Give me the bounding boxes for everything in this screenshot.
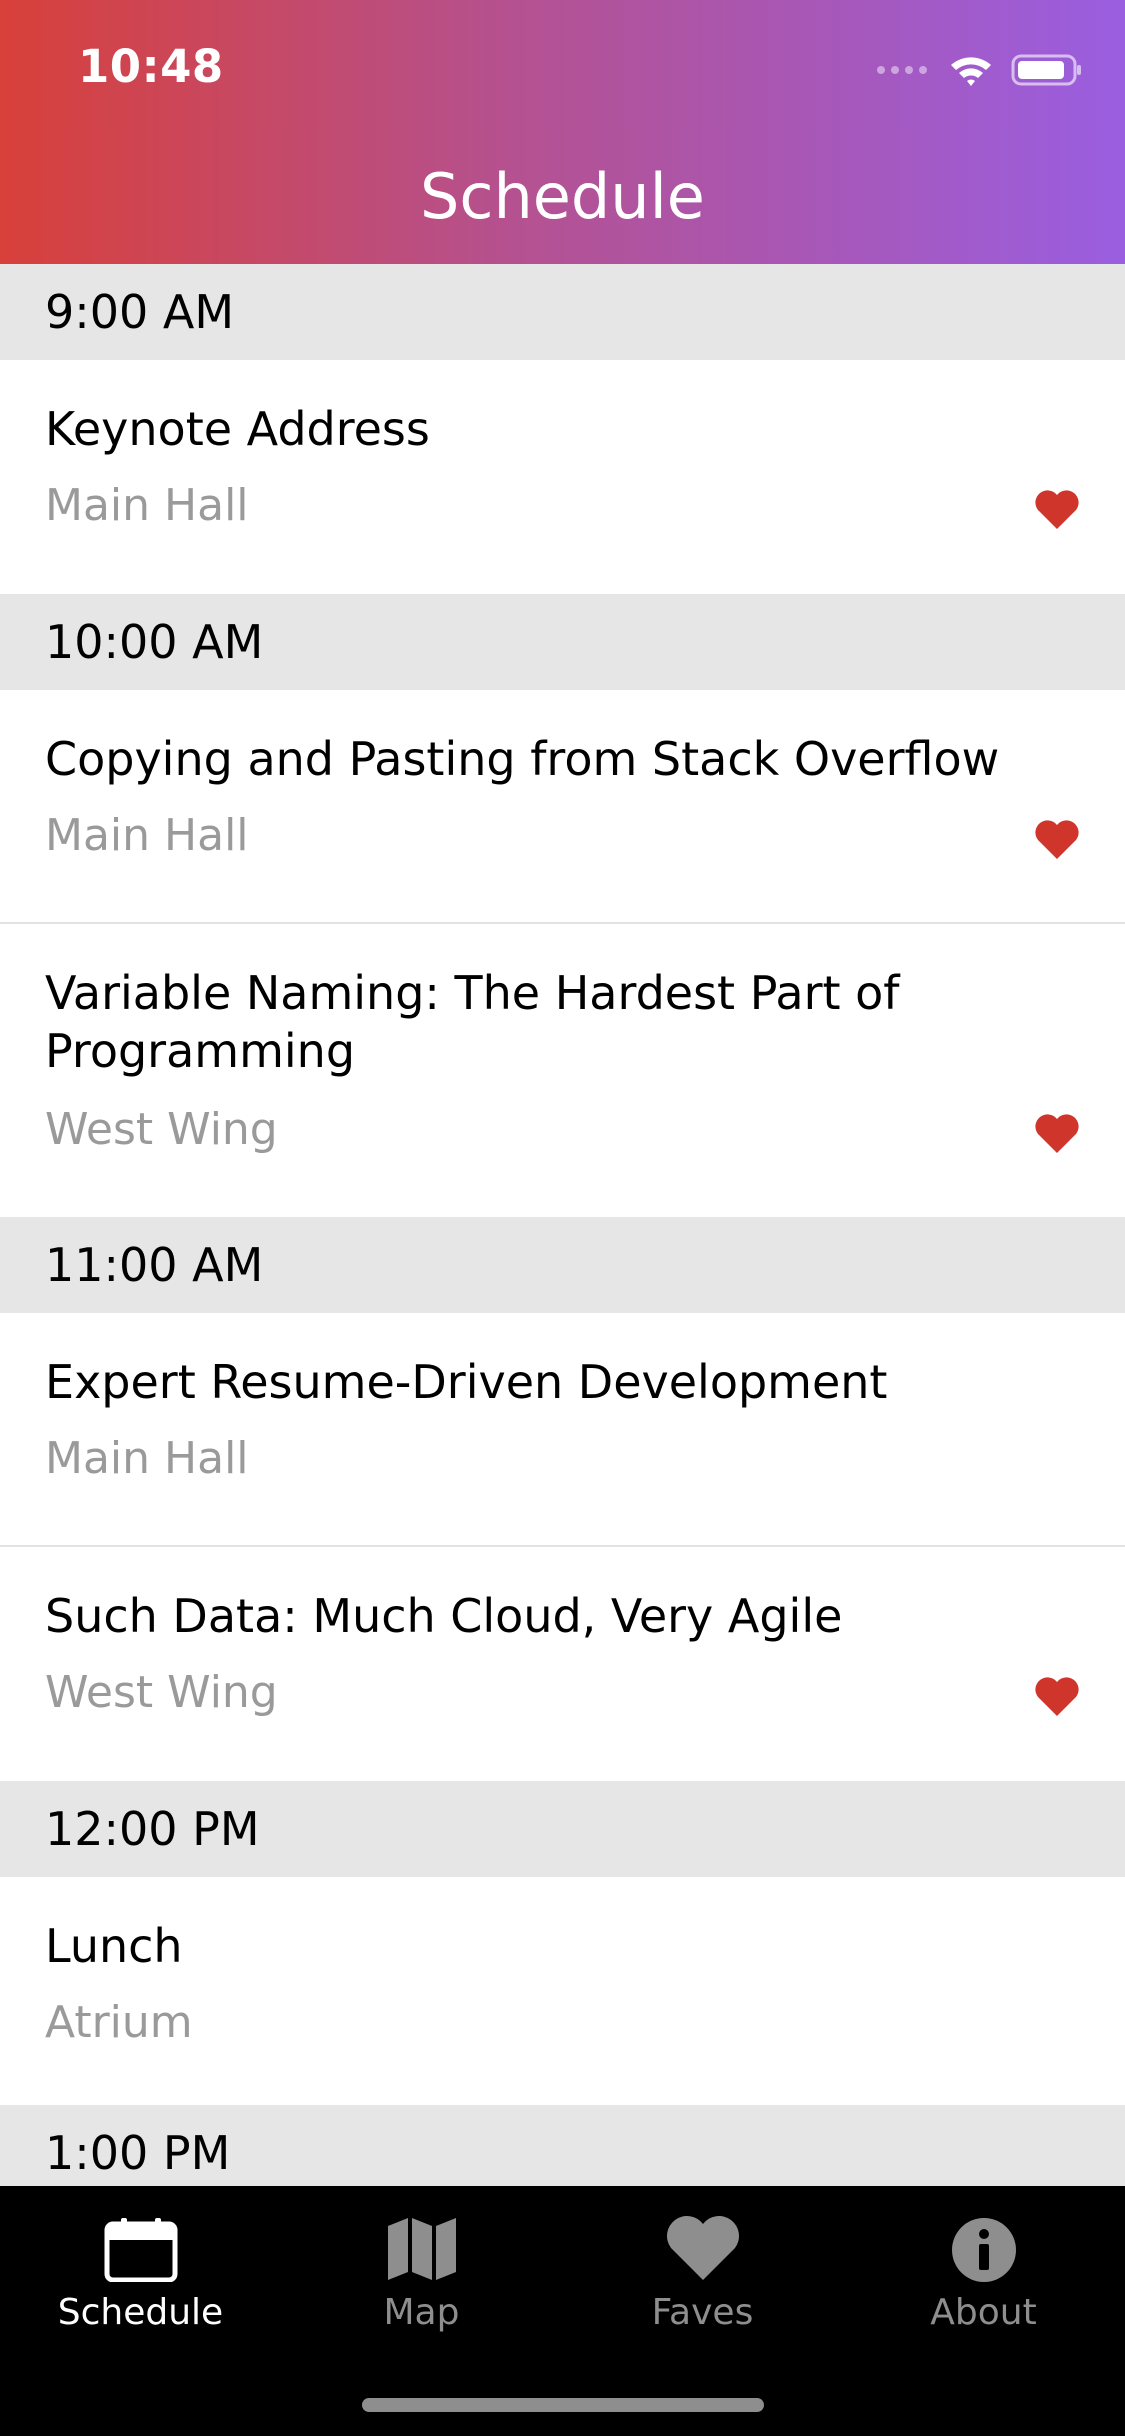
section-header: 10:00 AM <box>0 594 1125 690</box>
favorite-heart-icon[interactable] <box>1034 1112 1080 1154</box>
session-title: Variable Naming: The Hardest Part of Pro… <box>45 966 900 1078</box>
tab-label: Map <box>383 2292 460 2333</box>
home-indicator[interactable] <box>362 2398 764 2412</box>
session-location: West Wing <box>45 1104 278 1155</box>
schedule-list[interactable]: 9:00 AM Keynote Address Main Hall 10:00 … <box>0 264 1125 2201</box>
session-title: Such Data: Much Cloud, Very Agile <box>45 1589 843 1643</box>
app-header: 10:48 Schedule <box>0 0 1125 264</box>
wifi-icon <box>951 57 991 86</box>
page-title: Schedule <box>420 160 705 233</box>
section-header: 11:00 AM <box>0 1217 1125 1313</box>
tab-about[interactable]: About <box>843 2216 1124 2333</box>
session-title: Copying and Pasting from Stack Overflow <box>45 732 1000 786</box>
session-title: Expert Resume-Driven Development <box>45 1355 888 1409</box>
heart-icon <box>666 2216 739 2280</box>
section-header: 9:00 AM <box>0 264 1125 360</box>
tab-label: About <box>930 2292 1037 2333</box>
favorite-heart-icon[interactable] <box>1034 488 1080 530</box>
cellular-signal-icon <box>877 66 927 74</box>
map-icon <box>387 2218 456 2280</box>
battery-icon <box>1011 54 1081 86</box>
session-row[interactable]: Lunch Atrium <box>0 1877 1125 2105</box>
tab-faves[interactable]: Faves <box>562 2216 843 2333</box>
session-location: Main Hall <box>45 1433 249 1484</box>
session-row[interactable]: Copying and Pasting from Stack Overflow … <box>0 690 1125 924</box>
session-location: West Wing <box>45 1667 278 1718</box>
calendar-icon <box>104 2218 177 2283</box>
tab-label: Schedule <box>57 2292 224 2333</box>
favorite-heart-icon[interactable] <box>1034 1675 1080 1717</box>
section-header: 12:00 PM <box>0 1781 1125 1877</box>
tab-schedule[interactable]: Schedule <box>0 2216 281 2333</box>
session-row[interactable]: Variable Naming: The Hardest Part of Pro… <box>0 924 1125 1217</box>
session-title: Lunch <box>45 1919 183 1973</box>
session-title: Keynote Address <box>45 402 430 456</box>
session-row[interactable]: Expert Resume-Driven Development Main Ha… <box>0 1313 1125 1547</box>
tab-map[interactable]: Map <box>281 2216 562 2333</box>
session-row[interactable]: Such Data: Much Cloud, Very Agile West W… <box>0 1547 1125 1781</box>
info-icon <box>951 2218 1016 2282</box>
status-time: 10:48 <box>78 40 224 93</box>
favorite-heart-icon[interactable] <box>1034 818 1080 860</box>
status-icons <box>875 50 1083 90</box>
tab-label: Faves <box>651 2292 754 2333</box>
session-location: Main Hall <box>45 480 249 531</box>
session-location: Main Hall <box>45 810 249 861</box>
session-row[interactable]: Keynote Address Main Hall <box>0 360 1125 594</box>
session-location: Atrium <box>45 1997 193 2048</box>
